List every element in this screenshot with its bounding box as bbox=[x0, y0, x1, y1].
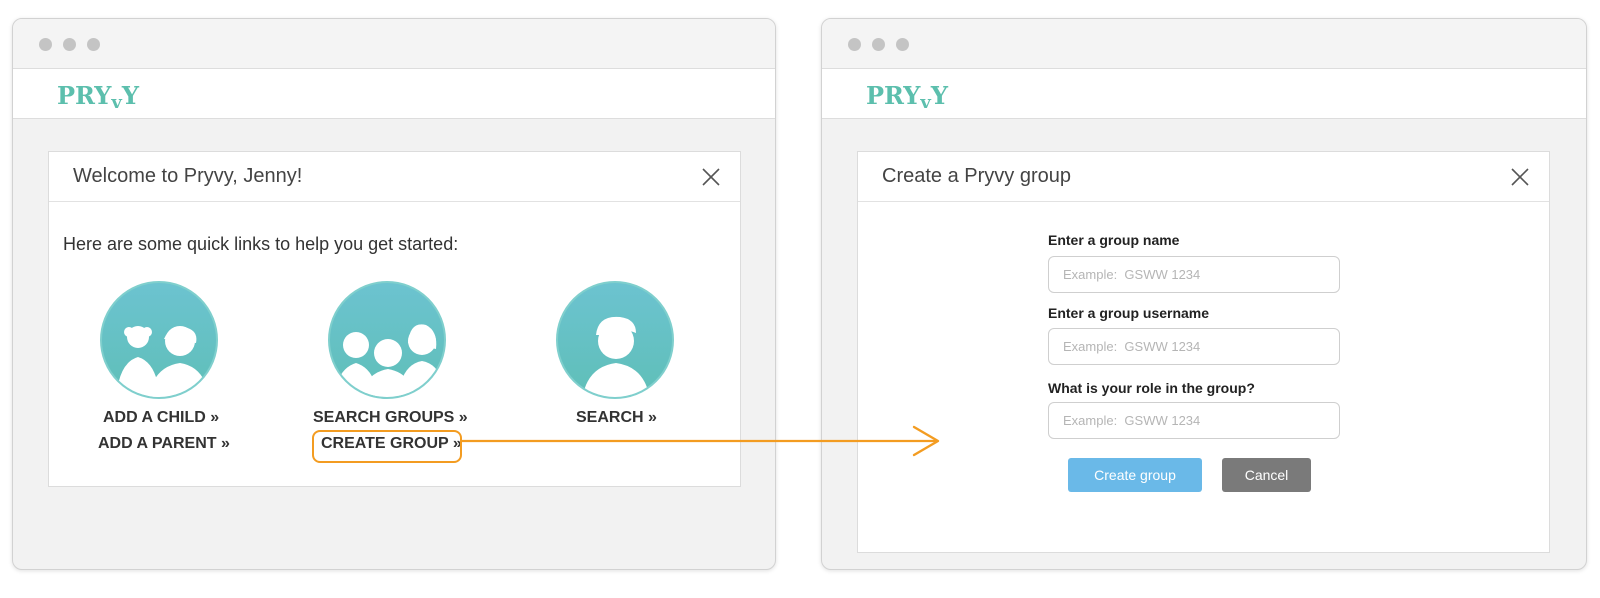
search-groups-link[interactable]: SEARCH GROUPS » bbox=[313, 409, 468, 427]
add-child-link[interactable]: ADD A CHILD » bbox=[103, 409, 219, 427]
window-minimize-dot[interactable] bbox=[872, 38, 885, 51]
group-icon[interactable] bbox=[328, 281, 446, 399]
group-role-input[interactable] bbox=[1048, 402, 1340, 439]
cancel-button[interactable]: Cancel bbox=[1222, 458, 1311, 492]
group-name-input[interactable] bbox=[1048, 256, 1340, 293]
browser-window-create-group: PRYvY Create a Pryvy group Enter a group… bbox=[821, 18, 1587, 570]
window-close-dot[interactable] bbox=[39, 38, 52, 51]
search-link[interactable]: SEARCH » bbox=[576, 409, 657, 427]
browser-window-welcome: PRYvY Welcome to Pryvy, Jenny! Here are … bbox=[12, 18, 776, 570]
group-role-label: What is your role in the group? bbox=[1048, 380, 1255, 396]
children-icon[interactable] bbox=[100, 281, 218, 399]
window-titlebar bbox=[13, 19, 775, 69]
welcome-dialog: Welcome to Pryvy, Jenny! Here are some q… bbox=[48, 151, 741, 487]
group-username-label: Enter a group username bbox=[1048, 305, 1210, 321]
dialog-title: Create a Pryvy group bbox=[882, 165, 1071, 187]
site-header: PRYvY bbox=[13, 69, 775, 119]
window-titlebar bbox=[822, 19, 1586, 69]
dialog-header: Create a Pryvy group bbox=[858, 152, 1549, 202]
close-icon[interactable] bbox=[1509, 166, 1531, 188]
close-icon[interactable] bbox=[700, 166, 722, 188]
window-minimize-dot[interactable] bbox=[63, 38, 76, 51]
group-name-label: Enter a group name bbox=[1048, 232, 1180, 248]
person-icon[interactable] bbox=[556, 281, 674, 399]
site-header: PRYvY bbox=[822, 69, 1586, 119]
create-group-button[interactable]: Create group bbox=[1068, 458, 1202, 492]
window-zoom-dot[interactable] bbox=[896, 38, 909, 51]
window-zoom-dot[interactable] bbox=[87, 38, 100, 51]
pryvy-logo[interactable]: PRYvY bbox=[866, 81, 948, 113]
intro-text: Here are some quick links to help you ge… bbox=[63, 234, 459, 254]
dialog-header: Welcome to Pryvy, Jenny! bbox=[49, 152, 740, 202]
window-close-dot[interactable] bbox=[848, 38, 861, 51]
dialog-title: Welcome to Pryvy, Jenny! bbox=[73, 165, 303, 187]
add-parent-link[interactable]: ADD A PARENT » bbox=[98, 435, 230, 453]
create-group-dialog: Create a Pryvy group Enter a group name … bbox=[857, 151, 1550, 553]
create-group-highlight bbox=[312, 430, 462, 463]
pryvy-logo[interactable]: PRYvY bbox=[57, 81, 139, 113]
group-username-input[interactable] bbox=[1048, 328, 1340, 365]
